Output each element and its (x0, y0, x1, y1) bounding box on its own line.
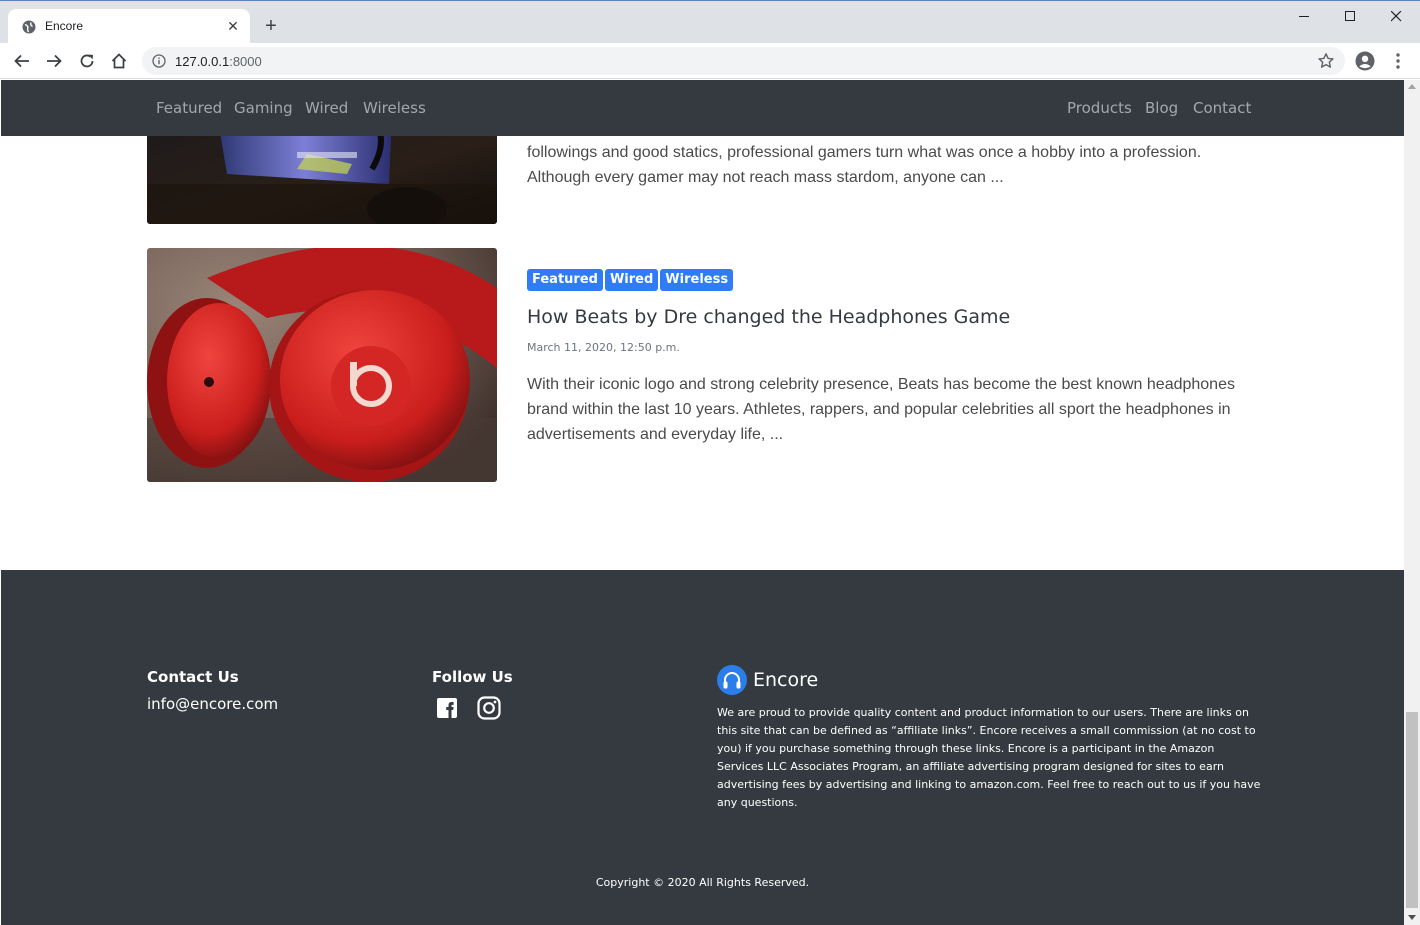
maximize-icon (1345, 11, 1355, 21)
page-viewport: followings and good statics, professiona… (1, 80, 1404, 925)
headphones-logo-icon (717, 665, 747, 695)
maximize-window-button[interactable] (1328, 1, 1374, 33)
forward-button[interactable] (42, 49, 66, 73)
tag-wired[interactable]: Wired (604, 269, 659, 291)
follow-heading: Follow Us (432, 668, 513, 686)
new-tab-button[interactable]: + (259, 14, 283, 38)
nav-featured[interactable]: Featured (156, 99, 222, 117)
browser-toolbar: 127.0.0.1:8000 (0, 43, 1420, 79)
reload-icon (80, 54, 94, 68)
url-port: :8000 (229, 54, 262, 69)
beats-post-excerpt: With their iconic logo and strong celebr… (527, 376, 1235, 443)
post-date: March 11, 2020, 12:50 p.m. (527, 341, 680, 354)
bookmark-star-icon[interactable] (1317, 52, 1335, 70)
forward-icon (47, 54, 62, 68)
back-button[interactable] (10, 49, 34, 73)
contact-email-link[interactable]: info@encore.com (147, 695, 278, 713)
close-icon (1391, 11, 1402, 22)
nav-wireless[interactable]: Wireless (363, 99, 426, 117)
back-icon (14, 54, 29, 68)
url-text[interactable]: 127.0.0.1:8000 (175, 54, 262, 69)
site-footer: Contact Us info@encore.com Follow Us Enc… (1, 570, 1404, 925)
copyright: Copyright © 2020 All Rights Reserved. (595, 876, 810, 889)
tag-wireless[interactable]: Wireless (660, 269, 734, 291)
url-host: 127.0.0.1 (175, 54, 230, 69)
nav-wired[interactable]: Wired (305, 99, 348, 117)
globe-icon (22, 20, 36, 34)
scrollbar-thumb[interactable] (1406, 712, 1418, 908)
reload-button[interactable] (75, 49, 99, 73)
minimize-window-button[interactable] (1282, 1, 1328, 33)
scroll-up-arrow-icon[interactable] (1408, 84, 1416, 89)
nav-contact[interactable]: Contact (1193, 99, 1251, 117)
nav-gaming[interactable]: Gaming (234, 99, 293, 117)
profile-icon[interactable] (1355, 51, 1375, 71)
browser-tab[interactable]: Encore ✕ (8, 9, 250, 44)
post-title[interactable]: How Beats by Dre changed the Headphones … (527, 306, 1010, 328)
gaming-post-excerpt: followings and good statics, professiona… (527, 140, 1267, 190)
home-icon (111, 53, 127, 69)
page-scrollbar[interactable] (1404, 80, 1420, 925)
beats-headphones-photo (147, 248, 497, 482)
close-window-button[interactable] (1374, 1, 1420, 33)
excerpt-line: followings and good statics, professiona… (527, 144, 1202, 161)
tag-featured[interactable]: Featured (527, 269, 603, 291)
info-icon[interactable] (152, 54, 166, 68)
site-navbar: Featured Gaming Wired Wireless Products … (1, 80, 1404, 136)
minimize-icon (1299, 16, 1309, 17)
contact-heading: Contact Us (147, 668, 239, 686)
close-tab-icon[interactable]: ✕ (224, 17, 242, 35)
browser-titlebar: Encore ✕ + (0, 0, 1420, 44)
facebook-icon[interactable] (434, 695, 460, 721)
instagram-icon[interactable] (476, 695, 502, 721)
menu-icon[interactable] (1388, 51, 1408, 71)
address-bar[interactable]: 127.0.0.1:8000 (142, 47, 1345, 75)
excerpt-line: Although every gamer may not reach mass … (527, 169, 1004, 186)
nav-products[interactable]: Products (1067, 99, 1132, 117)
tab-title: Encore (45, 19, 84, 33)
nav-blog[interactable]: Blog (1145, 99, 1178, 117)
affiliate-disclosure: We are proud to provide quality content … (717, 706, 1261, 809)
scroll-down-arrow-icon[interactable] (1408, 915, 1416, 920)
brand-name: Encore (753, 669, 819, 691)
beats-post-image[interactable] (147, 248, 497, 482)
home-button[interactable] (107, 49, 131, 73)
post-tags: Featured Wired Wireless (527, 269, 735, 291)
